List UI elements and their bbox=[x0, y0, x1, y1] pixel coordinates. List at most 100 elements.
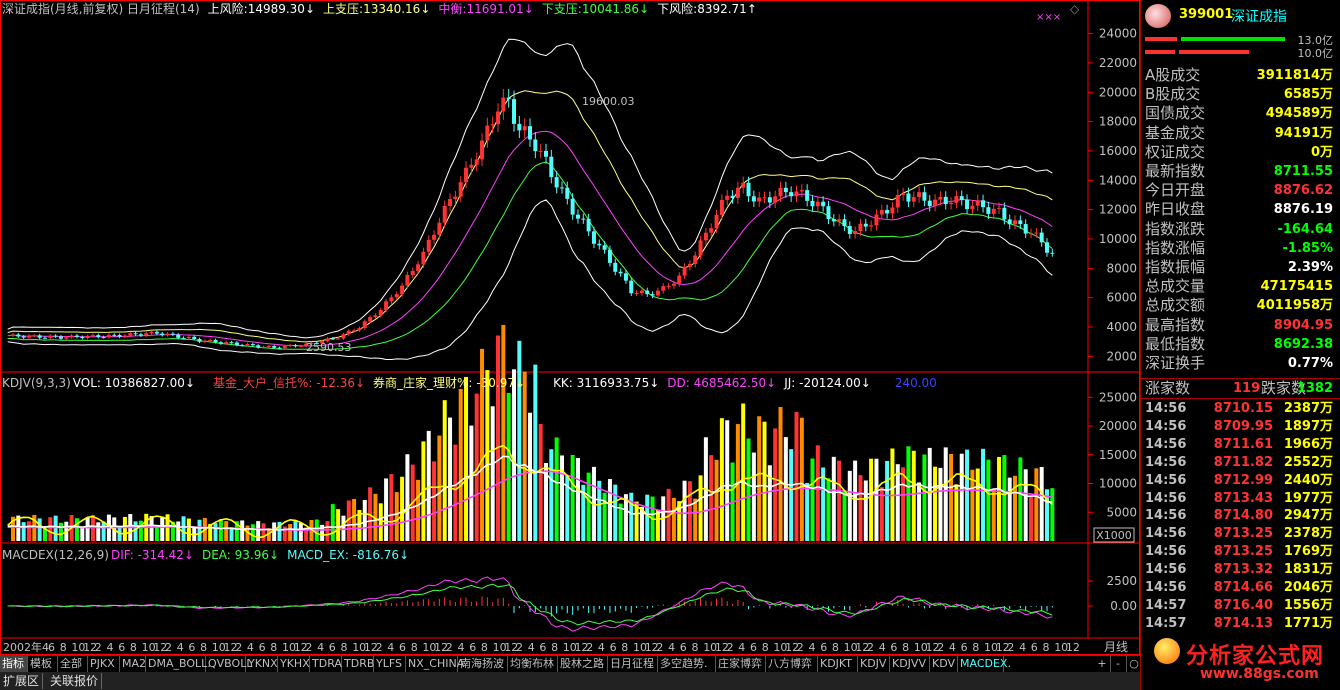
stat-row: 深证换手 0.77% bbox=[1145, 354, 1337, 373]
tab-0[interactable]: 指标 bbox=[0, 656, 28, 672]
lower-risk-value: 8392.71 bbox=[697, 2, 747, 16]
tab-6[interactable]: QVBOLL bbox=[206, 656, 252, 672]
tab-19[interactable]: 八方博弈 bbox=[766, 656, 818, 672]
tab-8[interactable]: YKHX bbox=[278, 656, 310, 672]
tab-24[interactable]: MACDEX. bbox=[958, 656, 1011, 672]
price-axis-label: 18000 bbox=[1099, 115, 1137, 129]
volume-bar bbox=[213, 523, 218, 541]
candle-body bbox=[1045, 242, 1050, 253]
time-axis-label: 8 bbox=[972, 641, 979, 654]
candle-body bbox=[128, 333, 133, 336]
stat-row: 国债成交 494589万 bbox=[1145, 104, 1337, 123]
tab-control-1[interactable]: - bbox=[1110, 656, 1127, 672]
time-axis-label: 2 bbox=[867, 641, 874, 654]
tab-12[interactable]: NX_CHINA bbox=[406, 656, 464, 672]
time-axis-label: 2 bbox=[95, 641, 102, 654]
time-axis-label: 6 bbox=[1031, 641, 1038, 654]
vol-axis-label: 20000 bbox=[1099, 419, 1137, 433]
time-axis-label: 4 bbox=[668, 641, 675, 654]
tick-time: 14:57 bbox=[1145, 615, 1187, 631]
volume-bar bbox=[746, 438, 751, 541]
tick-volume: 2947万 bbox=[1283, 508, 1333, 524]
tick-row: 14:56 8709.95 1897万 bbox=[1145, 418, 1337, 436]
tab-9[interactable]: TDRA bbox=[310, 656, 342, 672]
candle-body bbox=[112, 334, 117, 336]
volume-bar bbox=[448, 417, 453, 541]
diamond-icon[interactable]: ◇ bbox=[1070, 2, 1079, 16]
candle-body bbox=[341, 334, 346, 339]
stat-row: 总成交量 47175415 bbox=[1145, 277, 1337, 296]
chart-title: 深证成指(月线,前复权) 日月征程(14) bbox=[2, 2, 200, 16]
tab-22[interactable]: KDJVV bbox=[890, 656, 930, 672]
tab-control-0[interactable]: + bbox=[1094, 656, 1111, 672]
candle-body bbox=[165, 333, 170, 336]
tab-15[interactable]: 股林之路 bbox=[558, 656, 608, 672]
tab-23[interactable]: KDV bbox=[930, 656, 958, 672]
tick-time: 14:56 bbox=[1145, 508, 1187, 524]
tab-16[interactable]: 日月征程 bbox=[608, 656, 658, 672]
volume-bar bbox=[863, 480, 868, 541]
candle-body bbox=[714, 214, 719, 229]
candle-body bbox=[746, 182, 751, 197]
volume-bar bbox=[336, 509, 341, 541]
tab-21[interactable]: KDJV bbox=[858, 656, 890, 672]
tab-4[interactable]: MA2 bbox=[120, 656, 146, 672]
candle-body bbox=[490, 124, 495, 126]
stat-value: 0.77% bbox=[1287, 356, 1333, 371]
tab-10[interactable]: TDRB bbox=[342, 656, 374, 672]
candle-body bbox=[458, 182, 463, 197]
divider bbox=[1141, 398, 1340, 399]
tick-price: 8714.66 bbox=[1213, 580, 1273, 595]
candle-body bbox=[751, 196, 756, 202]
volume-bar bbox=[794, 411, 799, 541]
tab-14[interactable]: 均衡布林 bbox=[508, 656, 558, 672]
candle-body bbox=[394, 294, 399, 298]
volume-bar bbox=[224, 521, 229, 541]
stat-label: 指数涨幅 bbox=[1145, 238, 1206, 257]
volume-bar bbox=[186, 518, 191, 541]
tab-1[interactable]: 模板 bbox=[28, 656, 58, 672]
vol-label: VOL: bbox=[72, 376, 101, 390]
vol-unit-label: X1000 bbox=[1096, 529, 1132, 542]
candle-body bbox=[837, 219, 842, 222]
tab-7[interactable]: YKNX bbox=[246, 656, 278, 672]
volume-bar bbox=[437, 435, 442, 541]
upper-risk-label: 上风险: bbox=[207, 2, 248, 16]
ext-tab-1[interactable]: 关联报价 bbox=[47, 673, 103, 689]
tab-5[interactable]: DMA_BOLL. bbox=[146, 656, 211, 672]
breadth-row: 涨家数 119 跌家数 1382 bbox=[1145, 379, 1337, 398]
candle-body bbox=[405, 274, 410, 286]
tick-price: 8711.82 bbox=[1213, 454, 1273, 470]
candle-body bbox=[282, 346, 287, 349]
stat-value: 494589万 bbox=[1265, 106, 1333, 122]
tab-3[interactable]: PJKX bbox=[88, 656, 120, 672]
candle-body bbox=[426, 239, 431, 252]
candle-body bbox=[501, 97, 506, 112]
chart-area[interactable]: 24000 22000 20000 18000 16000 14000 12000 10000… bbox=[0, 0, 1140, 655]
tab-18[interactable]: 庄家博弈 bbox=[716, 656, 766, 672]
volume-bar bbox=[858, 475, 863, 541]
volume-bar bbox=[352, 498, 357, 541]
tick-volume: 1966万 bbox=[1283, 436, 1333, 452]
tab-2[interactable]: 全部 bbox=[58, 656, 88, 672]
time-axis-label: 6 bbox=[48, 641, 55, 654]
tab-13[interactable]: 南海扬波 bbox=[458, 656, 508, 672]
candle-body bbox=[767, 197, 772, 203]
ext-tab-0[interactable]: 扩展区 bbox=[0, 673, 44, 689]
candle-body bbox=[783, 187, 788, 193]
tab-17[interactable]: 多空趋势. bbox=[658, 656, 716, 672]
volume-bar bbox=[741, 403, 746, 541]
tab-11[interactable]: YLFS bbox=[374, 656, 406, 672]
volume-bar bbox=[549, 449, 554, 541]
candle-body bbox=[639, 290, 644, 294]
time-axis-label: 4 bbox=[528, 641, 535, 654]
volume-bar bbox=[981, 448, 986, 541]
candle-body bbox=[533, 139, 538, 152]
candle-body bbox=[218, 342, 223, 344]
candle-body bbox=[485, 125, 490, 141]
time-axis-label: 8 bbox=[551, 641, 558, 654]
tick-price: 8714.80 bbox=[1213, 508, 1273, 524]
volume-bar bbox=[885, 460, 890, 541]
tab-20[interactable]: KDJKT bbox=[818, 656, 858, 672]
volume-bar bbox=[389, 474, 394, 541]
